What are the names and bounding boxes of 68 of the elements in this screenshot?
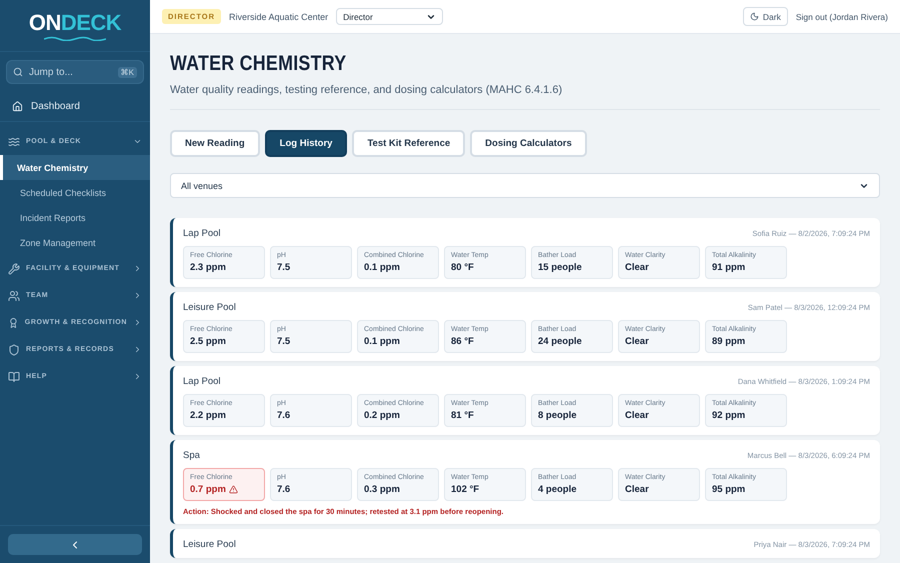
book-icon bbox=[8, 370, 20, 382]
metric-value: 0.7 ppm bbox=[190, 484, 226, 495]
metric-value: 92 ppm bbox=[712, 410, 746, 421]
ribbon-icon bbox=[8, 316, 19, 328]
nav-item[interactable]: Water Chemistry bbox=[0, 155, 150, 180]
jump-to-search-field[interactable]: Jump to... ⌘K bbox=[6, 60, 144, 84]
venue-name: Spa bbox=[183, 450, 200, 461]
metric-value: 15 people bbox=[538, 262, 582, 273]
tab[interactable]: Dosing Calculators bbox=[470, 130, 587, 157]
tab[interactable]: New Reading bbox=[170, 130, 260, 157]
warning-icon bbox=[228, 485, 238, 494]
nav-item[interactable]: Scheduled Checklists bbox=[0, 180, 150, 205]
page-subtitle: Water quality readings, testing reference, and dosing calculators (MAHC 6.4.1.6) bbox=[170, 84, 880, 110]
metric-value: 2.3 ppm bbox=[190, 262, 226, 273]
chevron-right-icon bbox=[133, 264, 142, 273]
venue-name: Leisure Pool bbox=[183, 539, 236, 550]
sign-out-link[interactable]: Sign out (Jordan Rivera) bbox=[796, 12, 888, 22]
tab[interactable]: Log History bbox=[264, 130, 348, 157]
people-icon bbox=[8, 290, 20, 302]
chevron-right-icon bbox=[133, 291, 142, 300]
shortcut-hint: ⌘K bbox=[118, 66, 137, 78]
metric-value: 24 people bbox=[538, 336, 582, 347]
chevron-right-icon bbox=[133, 345, 142, 354]
search-icon bbox=[13, 67, 23, 77]
metric-value: 2.5 ppm bbox=[190, 336, 226, 347]
dark-mode-button[interactable]: Dark bbox=[742, 7, 788, 26]
metric-value: Clear bbox=[625, 262, 649, 273]
shield-icon bbox=[8, 344, 20, 356]
nav-item[interactable]: Incident Reports bbox=[0, 205, 150, 230]
metric-value: 7.5 bbox=[277, 336, 290, 347]
metric-value: Clear bbox=[625, 410, 649, 421]
metric-value: 91 ppm bbox=[712, 262, 746, 273]
metric-value: 0.1 ppm bbox=[364, 262, 400, 273]
tab[interactable]: Test Kit Reference bbox=[352, 130, 466, 157]
metric-value: 2.2 ppm bbox=[190, 410, 226, 421]
metric-value: 8 people bbox=[538, 410, 577, 421]
metric-value: 80 °F bbox=[451, 262, 474, 273]
metric-value: 86 °F bbox=[451, 336, 474, 347]
metric-value: 0.1 ppm bbox=[364, 336, 400, 347]
nav-item[interactable]: Zone Management bbox=[0, 230, 150, 255]
metric-value: 7.6 bbox=[277, 410, 290, 421]
moon-icon bbox=[750, 12, 759, 21]
facility-name: Riverside Aquatic Center bbox=[229, 12, 328, 22]
venue-name: Lap Pool bbox=[183, 228, 221, 239]
metric-value: 0.2 ppm bbox=[364, 410, 400, 421]
chevron-right-icon bbox=[133, 372, 142, 381]
home-icon bbox=[12, 101, 23, 112]
metric-value: Clear bbox=[625, 484, 649, 495]
metric-value: 0.3 ppm bbox=[364, 484, 400, 495]
collapse-sidebar-button[interactable] bbox=[8, 534, 142, 555]
wrench-icon bbox=[8, 262, 20, 274]
metric-value: 81 °F bbox=[451, 410, 474, 421]
metric-value: 89 ppm bbox=[712, 336, 746, 347]
role-select[interactable]: Director bbox=[336, 8, 444, 25]
ondeck-logo: ONDECK bbox=[28, 10, 122, 41]
chevron-down-icon bbox=[133, 137, 142, 146]
venue-name: Lap Pool bbox=[183, 376, 221, 387]
metric-value: Clear bbox=[625, 336, 649, 347]
metric-value: 7.6 bbox=[277, 484, 290, 495]
metric-value: 7.5 bbox=[277, 262, 290, 273]
chevron-right-icon bbox=[133, 318, 142, 327]
metric-value: 4 people bbox=[538, 484, 577, 495]
venue-name: Leisure Pool bbox=[183, 302, 236, 313]
metric-value: 102 °F bbox=[451, 484, 480, 495]
page-title: WATER CHEMISTRY bbox=[170, 52, 348, 76]
venue-filter-select[interactable]: All venues bbox=[170, 173, 880, 198]
waves-icon bbox=[8, 136, 20, 148]
metric-value: 95 ppm bbox=[712, 484, 746, 495]
